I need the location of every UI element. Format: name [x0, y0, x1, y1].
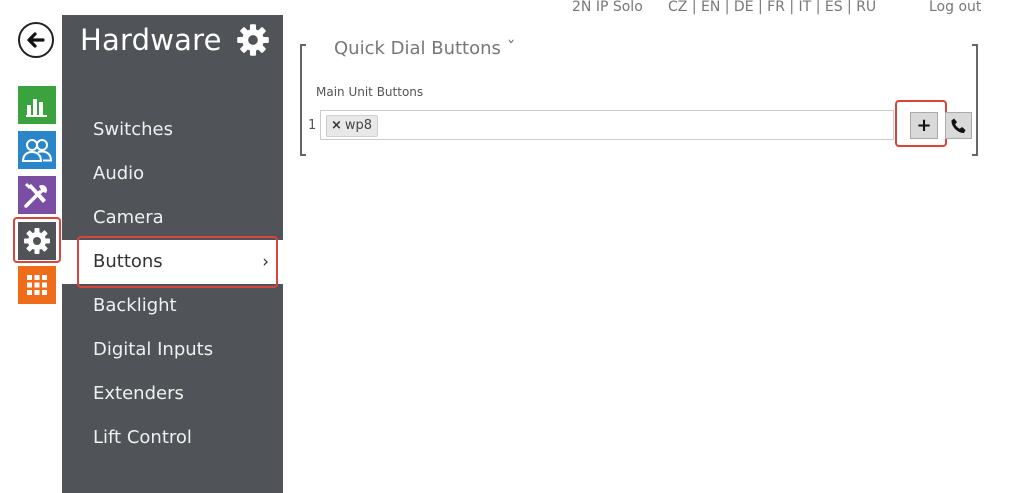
call-button[interactable]: [945, 112, 972, 139]
sidebar-item-label: Digital Inputs: [93, 339, 214, 360]
sidebar-item-camera[interactable]: Camera: [62, 196, 283, 240]
device-name: 2N IP Solo: [572, 0, 643, 15]
sidebar-item-audio[interactable]: Audio: [62, 152, 283, 196]
status-tile[interactable]: [18, 86, 56, 124]
sidebar-item-digital-inputs[interactable]: Digital Inputs: [62, 328, 283, 372]
panel-bracket-right: [972, 44, 978, 156]
tag-value: wp8: [344, 118, 373, 133]
tag-remove-icon[interactable]: ×: [331, 118, 342, 133]
back-button[interactable]: [18, 22, 54, 58]
panel-bracket-left: [300, 44, 306, 156]
button-number-input[interactable]: × wp8: [320, 110, 894, 140]
grid-icon: [27, 275, 47, 295]
phone-icon: [950, 118, 965, 133]
logout-link[interactable]: Log out: [929, 0, 981, 15]
field-label: Main Unit Buttons: [316, 85, 424, 99]
statistics-icon: [26, 99, 47, 117]
services-tile[interactable]: [18, 176, 56, 214]
sidebar-item-label: Camera: [93, 207, 164, 228]
add-button-highlight: [895, 100, 947, 147]
directory-icon: [22, 139, 52, 162]
section-title[interactable]: Quick Dial Buttons ˇ: [334, 38, 516, 59]
sidebar-item-label: Lift Control: [93, 427, 192, 448]
settings-gear-icon[interactable]: [236, 23, 270, 57]
back-arrow-icon: [27, 32, 45, 48]
system-tile[interactable]: [18, 266, 56, 304]
sidebar-item-label: Backlight: [93, 295, 177, 316]
sidebar-item-lift-control[interactable]: Lift Control: [62, 416, 283, 460]
sidebar-item-extenders[interactable]: Extenders: [62, 372, 283, 416]
sidebar-item-backlight[interactable]: Backlight: [62, 284, 283, 328]
tools-icon: [24, 182, 47, 208]
sidebar-item-switches[interactable]: Switches: [62, 108, 283, 152]
sidebar-item-label: Audio: [93, 163, 145, 184]
hardware-tile-highlight: [13, 217, 61, 263]
directory-tile[interactable]: [18, 131, 56, 169]
row-number: 1: [308, 118, 317, 133]
sidebar-title: Hardware: [80, 23, 222, 57]
sidebar-item-label: Switches: [93, 119, 173, 140]
buttons-item-highlight: [77, 236, 278, 288]
sidebar-item-label: Extenders: [93, 383, 184, 404]
tag-chip: × wp8: [326, 115, 379, 137]
language-selector[interactable]: CZ | EN | DE | FR | IT | ES | RU: [668, 0, 876, 15]
